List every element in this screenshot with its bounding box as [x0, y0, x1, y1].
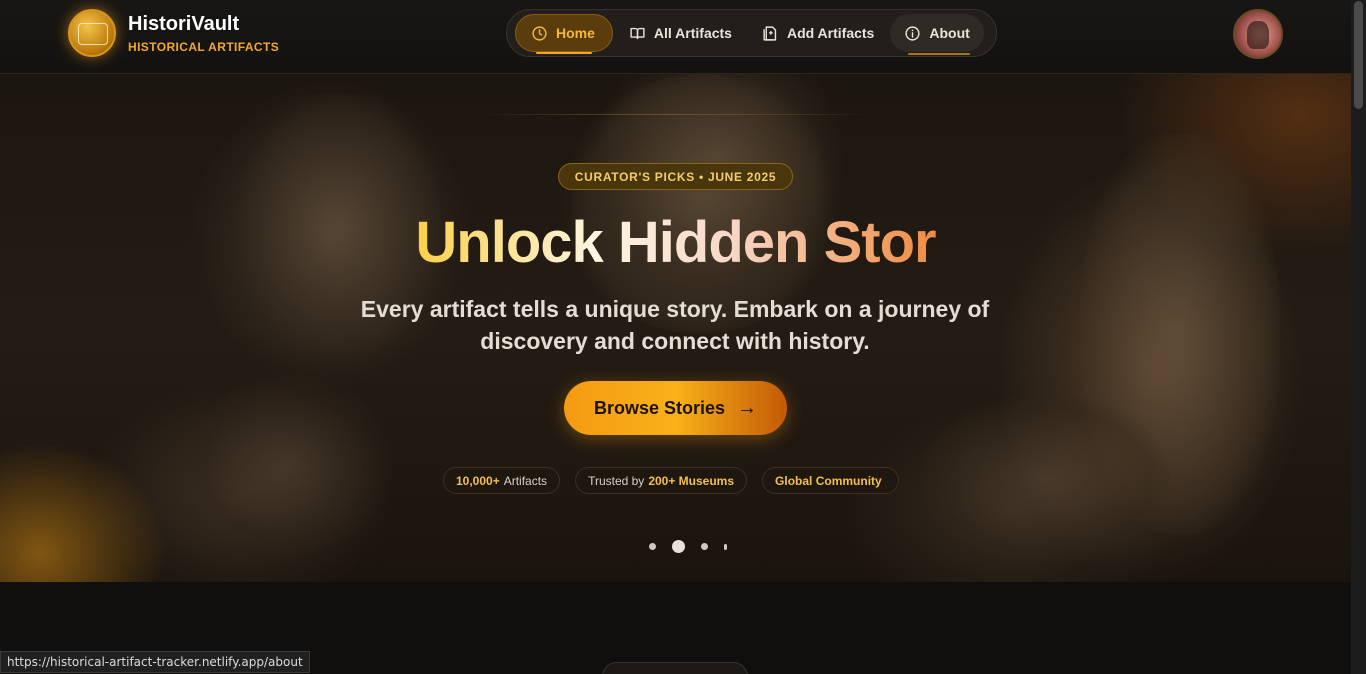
user-avatar[interactable]: [1233, 9, 1283, 59]
nav-item-all-artifacts[interactable]: All Artifacts: [615, 14, 746, 52]
scrollbar-thumb[interactable]: [1354, 1, 1363, 109]
arrow-right-icon: →: [737, 396, 758, 419]
browse-stories-button[interactable]: Browse Stories →: [564, 381, 787, 435]
nav-item-label: Add Artifacts: [786, 25, 875, 41]
nav-item-add-artifacts[interactable]: Add Artifacts: [748, 14, 888, 52]
pottery-shape: [920, 394, 1170, 564]
carousel-indicators: [649, 540, 743, 553]
stat-badge-museums: Trusted by 200+ Museums: [575, 467, 748, 494]
main-nav: Home All Artifacts Add Artifacts About: [506, 9, 997, 57]
stat-highlight: Global Community: [775, 473, 882, 488]
curator-badge: CURATOR'S PICKS • JUNE 2025: [558, 163, 793, 190]
brand-text: HistoriVault HISTORICAL ARTIFACTS: [128, 13, 279, 54]
vertical-scrollbar[interactable]: [1351, 0, 1366, 674]
stat-badge-community: Global Community: [762, 467, 899, 494]
stat-badge-artifacts: 10,000+ Artifacts: [443, 467, 561, 494]
nav-item-home[interactable]: Home: [515, 14, 613, 54]
carousel-dot[interactable]: [649, 543, 656, 550]
stat-text: Trusted by: [588, 473, 645, 488]
hero-divider: [475, 114, 875, 115]
stat-highlight: 200+ Museums: [648, 473, 735, 488]
hero-headline-text: Unlock Hidden Stor: [411, 210, 939, 275]
cta-label: Browse Stories: [593, 397, 726, 418]
info-icon: [905, 25, 920, 41]
brand-name: HistoriVault: [128, 12, 240, 35]
stat-text: Artifacts: [503, 473, 548, 488]
hero-headline: Unlock Hidden Stor: [0, 208, 1351, 278]
brand[interactable]: HistoriVault HISTORICAL ARTIFACTS: [68, 9, 279, 57]
clock-icon: [532, 25, 547, 41]
carousel-dot[interactable]: [701, 543, 708, 550]
book-open-icon: [630, 27, 645, 39]
status-bar-url: https://historical-artifact-tracker.netl…: [0, 651, 310, 673]
page: HistoriVault HISTORICAL ARTIFACTS Home A…: [0, 0, 1366, 674]
nav-item-label: Home: [556, 25, 595, 41]
stat-highlight: 10,000+: [456, 473, 500, 488]
nav-item-label: All Artifacts: [653, 25, 732, 41]
document-plus-icon: [763, 25, 777, 41]
nav-item-about[interactable]: About: [890, 14, 984, 55]
carousel-dot[interactable]: [724, 543, 727, 550]
carousel-dot-active[interactable]: [672, 540, 685, 553]
hero-banner: CURATOR'S PICKS • JUNE 2025 Unlock Hidde…: [0, 74, 1351, 582]
section-pill: [602, 662, 748, 674]
hero-stats: 10,000+ Artifacts Trusted by 200+ Museum…: [443, 467, 914, 494]
nav-item-label: About: [929, 25, 970, 41]
urn-shape: [190, 374, 390, 554]
navbar: HistoriVault HISTORICAL ARTIFACTS Home A…: [0, 0, 1351, 74]
brand-logo: [68, 9, 116, 57]
hero-subtitle: Every artifact tells a unique story. Emb…: [360, 296, 990, 354]
brand-subtitle: HISTORICAL ARTIFACTS: [128, 39, 280, 54]
